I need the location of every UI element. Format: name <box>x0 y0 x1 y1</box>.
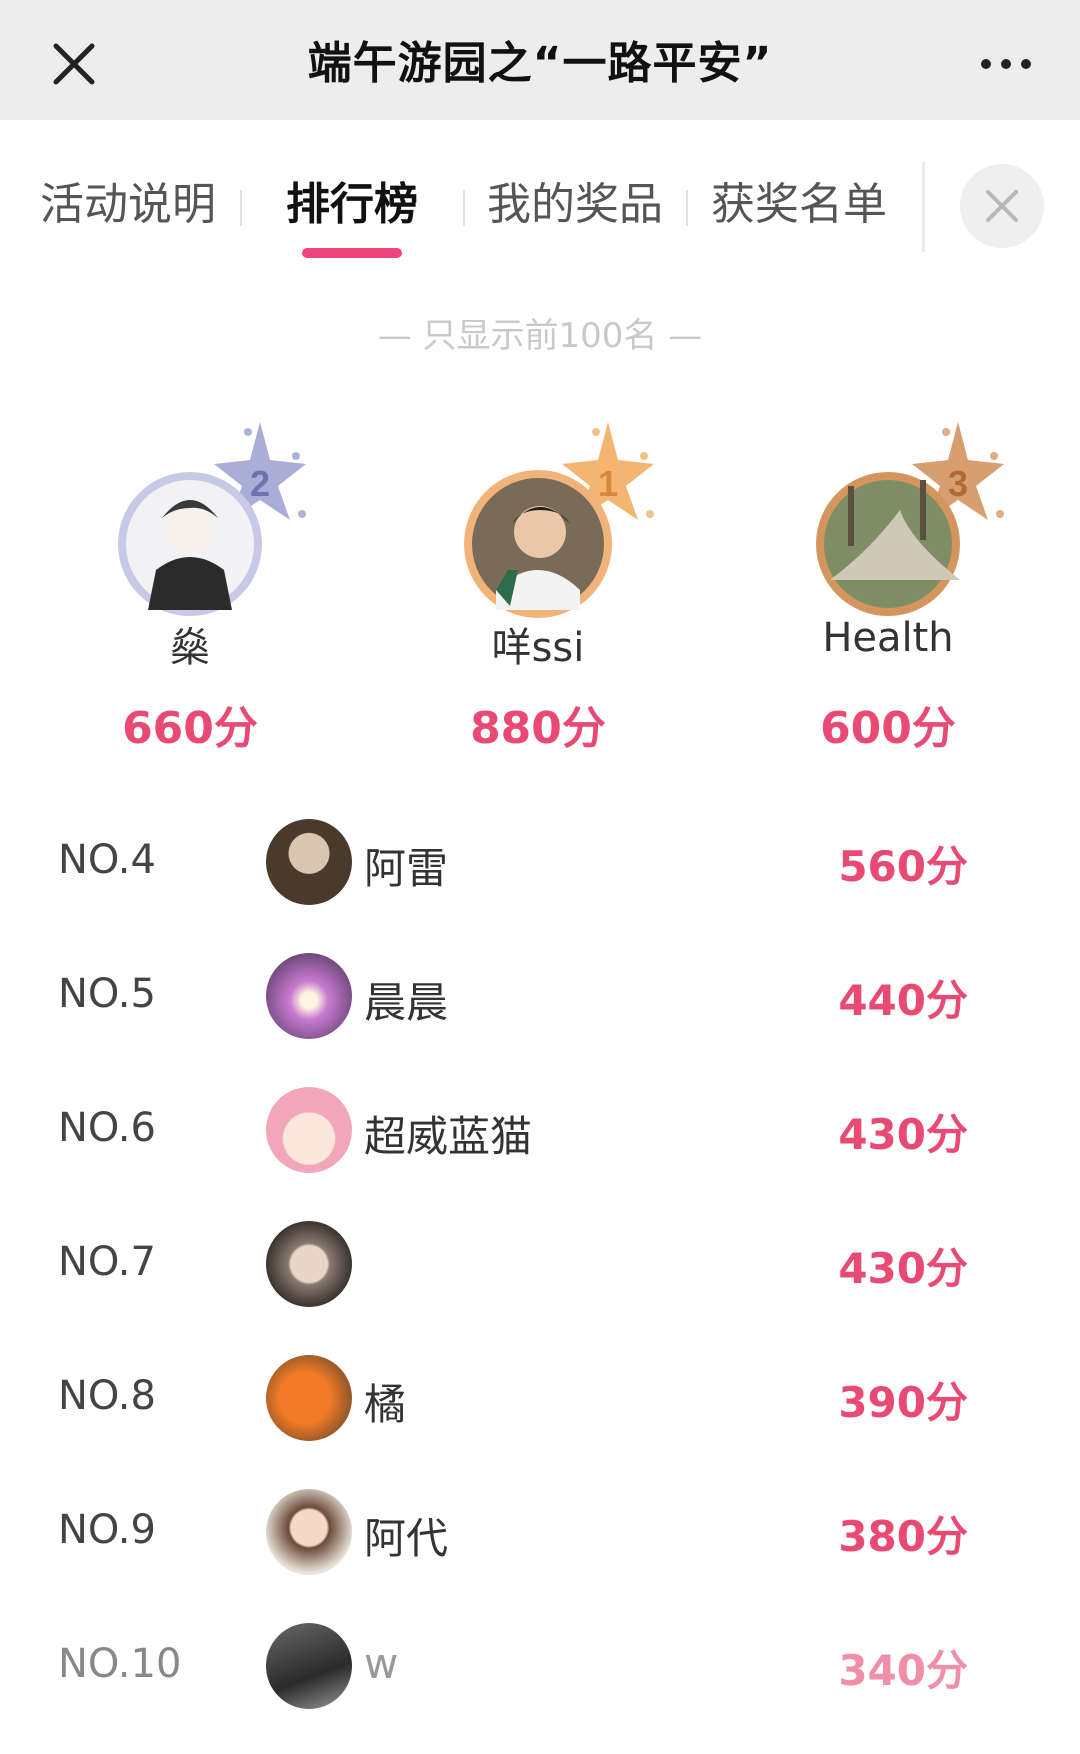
avatar <box>266 1221 352 1307</box>
list-item[interactable]: NO.4 阿雷 560分 <box>0 795 1080 929</box>
podium-third[interactable]: 3 Health 600分 <box>758 410 1018 754</box>
svg-text:3: 3 <box>948 463 968 504</box>
list-item[interactable]: NO.6 超威蓝猫 430分 <box>0 1063 1080 1197</box>
list-item[interactable]: NO.10 w 340分 <box>0 1599 1080 1733</box>
podium-avatar: 2 <box>110 420 310 620</box>
rank-label: NO.8 <box>58 1373 156 1419</box>
top-100-notice: — 只显示前100名 — <box>377 316 703 356</box>
more-horizontal-icon[interactable] <box>974 32 1038 96</box>
avatar <box>266 1087 352 1173</box>
player-name: 橘 <box>364 1380 407 1429</box>
avatar <box>266 1355 352 1441</box>
svg-text:1: 1 <box>598 463 618 504</box>
player-score: 430分 <box>838 1244 968 1293</box>
rank-label: NO.7 <box>58 1239 156 1285</box>
player-score: 340分 <box>838 1646 968 1695</box>
podium-name: 燊 <box>170 625 210 671</box>
podium-score: 660分 <box>122 703 258 754</box>
title-bar: 端午游园之“一路平安” <box>0 0 1080 120</box>
podium-avatar: 3 <box>808 420 1008 620</box>
player-score: 560分 <box>838 842 968 891</box>
list-item[interactable]: NO.5 晨晨 440分 <box>0 929 1080 1063</box>
podium-name: 咩ssi <box>491 625 585 671</box>
player-name: w <box>364 1639 399 1688</box>
list-item[interactable]: NO.8 橘 390分 <box>0 1331 1080 1465</box>
player-score: 430分 <box>838 1110 968 1159</box>
tab-activity-info[interactable]: 活动说明 <box>40 168 216 232</box>
avatar <box>266 953 352 1039</box>
page-title: 端午游园之“一路平安” <box>307 38 773 89</box>
tab-separator <box>686 190 688 226</box>
tab-winners-list[interactable]: 获奖名单 <box>711 168 887 232</box>
rank-label: NO.5 <box>58 971 156 1017</box>
svg-text:2: 2 <box>250 463 270 504</box>
player-score: 390分 <box>838 1378 968 1427</box>
list-item[interactable]: NO.7 430分 <box>0 1197 1080 1331</box>
active-tab-indicator <box>302 248 402 258</box>
tab-leaderboard[interactable]: 排行榜 <box>286 168 418 232</box>
list-item[interactable]: NO.9 阿代 380分 <box>0 1465 1080 1599</box>
avatar <box>266 1489 352 1575</box>
tab-my-prizes[interactable]: 我的奖品 <box>487 168 663 232</box>
podium-score: 600分 <box>820 703 956 754</box>
avatar <box>266 819 352 905</box>
player-score: 380分 <box>838 1512 968 1561</box>
podium-name: Health <box>822 615 954 661</box>
tab-separator <box>463 190 465 226</box>
player-score: 440分 <box>838 976 968 1025</box>
podium-avatar: 1 <box>458 420 658 620</box>
player-name: 阿代 <box>364 1514 449 1563</box>
podium-second[interactable]: 2 燊 660分 <box>60 410 320 754</box>
podium-score: 880分 <box>470 703 606 754</box>
player-name: 超威蓝猫 <box>364 1112 533 1161</box>
player-name: 晨晨 <box>364 978 449 1027</box>
close-icon <box>986 190 1018 222</box>
podium-first[interactable]: 1 咩ssi 880分 <box>408 410 668 754</box>
rank-label: NO.9 <box>58 1507 156 1553</box>
rank-label: NO.6 <box>58 1105 156 1151</box>
player-name: 阿雷 <box>364 844 449 893</box>
close-icon[interactable] <box>42 32 106 96</box>
avatar <box>266 1623 352 1709</box>
tab-separator <box>240 190 242 226</box>
tab-divider <box>922 162 925 252</box>
tab-bar: 活动说明 排行榜 我的奖品 获奖名单 <box>0 120 1080 290</box>
rank-label: NO.10 <box>58 1641 182 1687</box>
panel-close-button[interactable] <box>960 164 1044 248</box>
rank-label: NO.4 <box>58 837 156 883</box>
